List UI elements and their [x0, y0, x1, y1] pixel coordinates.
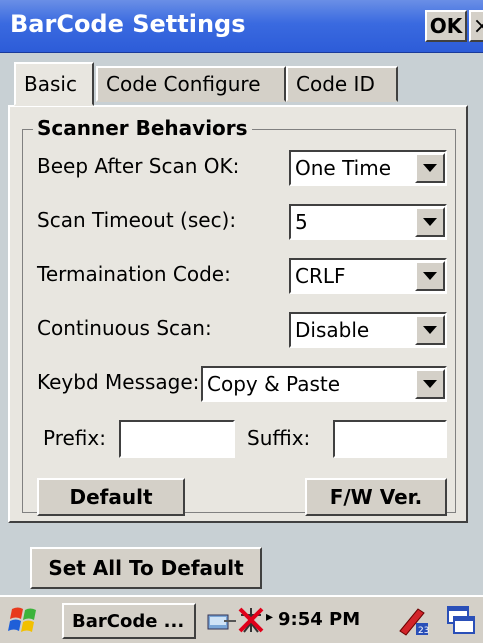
chevron-down-icon[interactable]	[415, 261, 445, 291]
taskbar: BarCode ... ▸ 9:54 PM 23	[0, 595, 483, 643]
continuous-label: Continuous Scan:	[37, 316, 212, 340]
termination-label: Termaination Code:	[37, 262, 231, 286]
window-title: BarCode Settings	[10, 10, 246, 38]
keybd-value: Copy & Paste	[207, 372, 341, 396]
timeout-value: 5	[295, 210, 308, 234]
network-icon[interactable]	[206, 607, 238, 635]
set-all-default-button[interactable]: Set All To Default	[30, 547, 262, 589]
title-bar: BarCode Settings OK ×	[0, 0, 483, 53]
connectivity-status-icon[interactable]	[236, 605, 266, 635]
continuous-value: Disable	[295, 318, 370, 342]
timeout-label: Scan Timeout (sec):	[37, 208, 237, 232]
tab-panel-basic: Scanner Behaviors Beep After Scan OK: On…	[8, 105, 468, 523]
chevron-down-icon[interactable]	[415, 315, 445, 345]
svg-text:23: 23	[418, 626, 429, 636]
chevron-down-icon[interactable]	[415, 207, 445, 237]
desktop-windows-icon[interactable]	[444, 605, 478, 637]
ok-button[interactable]: OK	[425, 10, 467, 42]
suffix-input[interactable]	[333, 420, 447, 458]
beep-label: Beep After Scan OK:	[37, 154, 240, 178]
tray-arrow-icon: ▸	[266, 609, 274, 625]
fw-version-button[interactable]: F/W Ver.	[305, 478, 447, 516]
chevron-down-icon[interactable]	[415, 153, 445, 183]
prefix-input[interactable]	[119, 420, 235, 458]
clock: 9:54 PM	[278, 609, 361, 630]
tab-code-id[interactable]: Code ID	[286, 66, 398, 102]
prefix-label: Prefix:	[43, 426, 106, 450]
suffix-label-text: Suffix:	[247, 426, 311, 450]
termination-select[interactable]: CRLF	[289, 258, 447, 294]
chevron-down-icon[interactable]	[415, 369, 445, 399]
tab-code-configure[interactable]: Code Configure	[96, 66, 286, 102]
scanner-behaviors-group: Scanner Behaviors Beep After Scan OK: On…	[22, 116, 456, 516]
keybd-select[interactable]: Copy & Paste	[201, 366, 447, 402]
tab-strip: Basic Code Configure Code ID	[0, 52, 483, 112]
beep-value: One Time	[295, 156, 392, 180]
close-button[interactable]: ×	[469, 10, 483, 42]
taskbar-app-button[interactable]: BarCode ...	[62, 603, 196, 639]
input-panel-icon[interactable]: 23	[396, 603, 430, 637]
keybd-label: Keybd Message:	[37, 370, 200, 394]
tab-basic[interactable]: Basic	[14, 62, 94, 106]
windows-start-icon[interactable]	[6, 605, 42, 635]
group-title: Scanner Behaviors	[33, 116, 252, 140]
default-button[interactable]: Default	[37, 478, 185, 516]
continuous-select[interactable]: Disable	[289, 312, 447, 348]
termination-value: CRLF	[295, 264, 346, 288]
beep-select[interactable]: One Time	[289, 150, 447, 186]
timeout-select[interactable]: 5	[289, 204, 447, 240]
